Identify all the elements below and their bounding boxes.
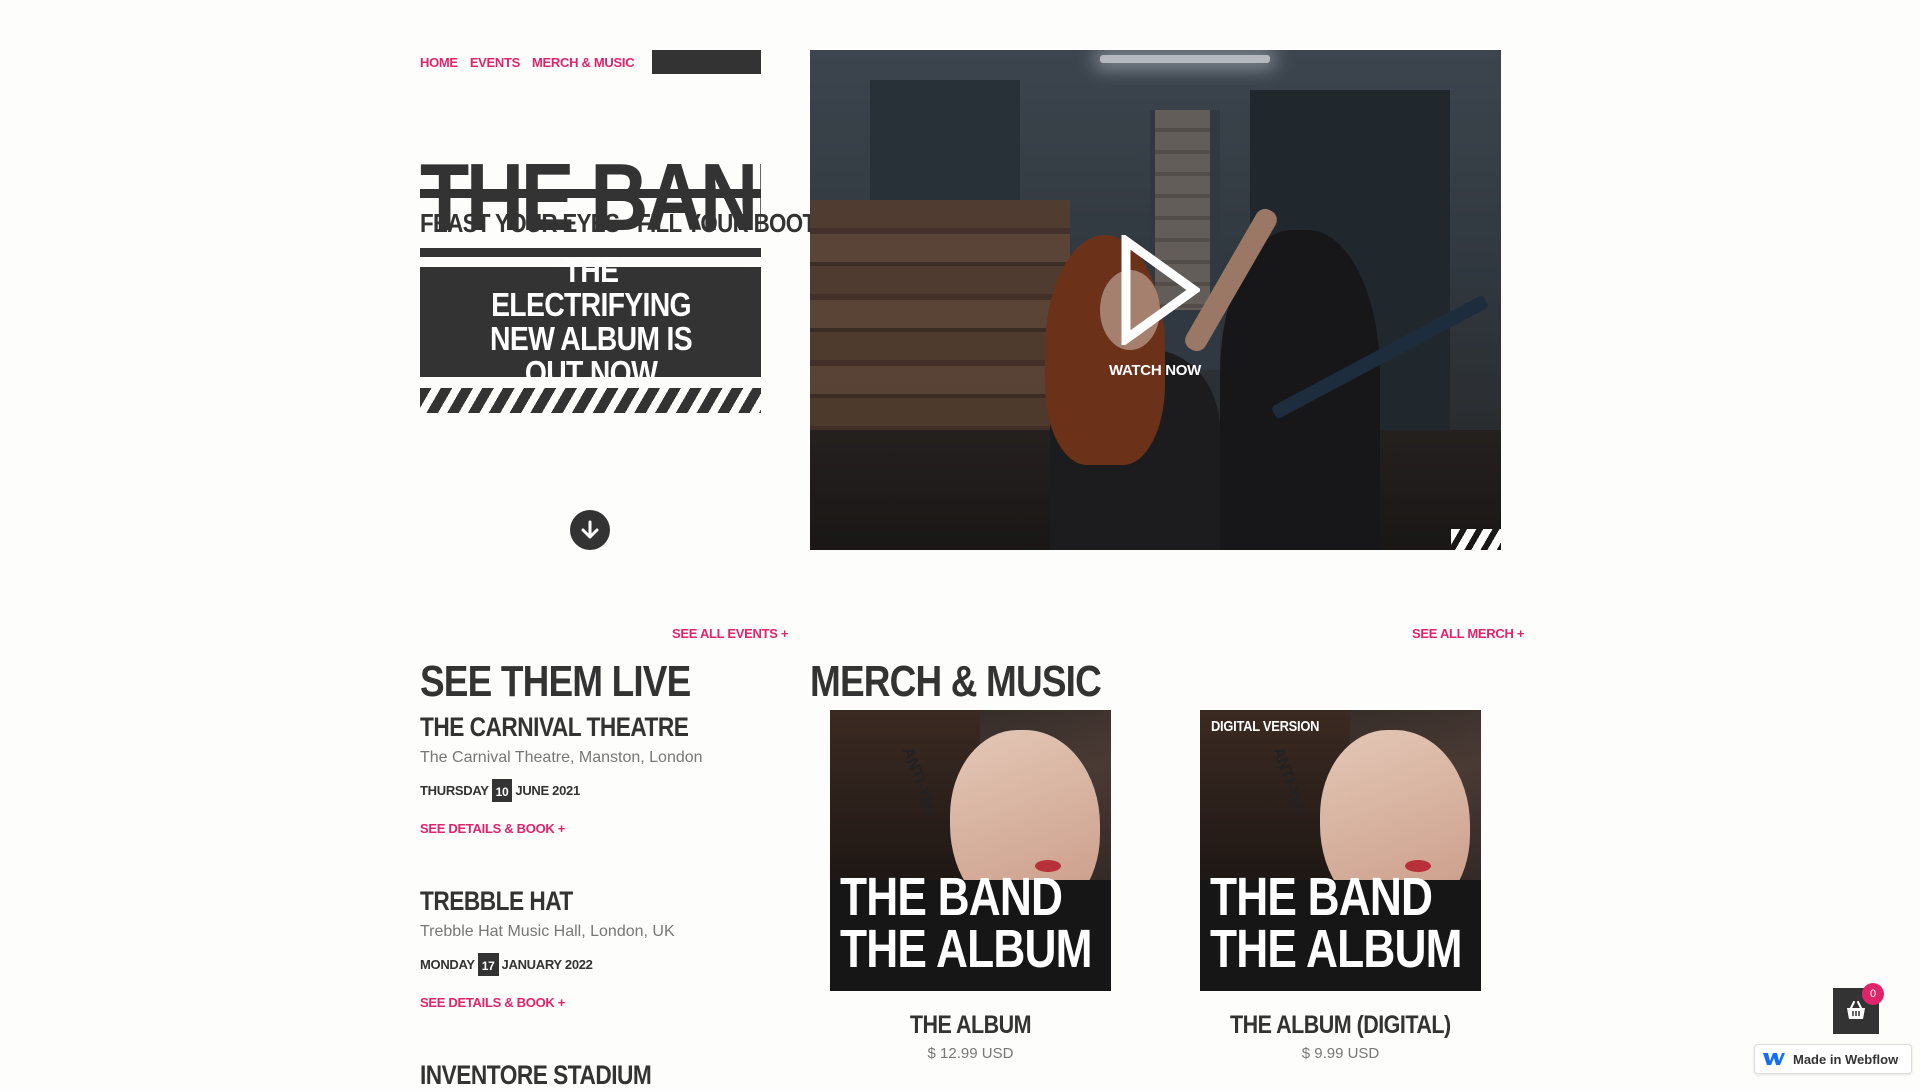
product-image[interactable]: ANTI-You THE BAND THE ALBUM — [830, 710, 1111, 991]
nav-home-link[interactable]: HOME — [420, 55, 458, 70]
event-day: 17 — [477, 952, 499, 976]
video-lightbox[interactable]: WATCH NOW — [810, 50, 1501, 550]
see-all-events-link[interactable]: SEE ALL EVENTS + — [672, 626, 789, 641]
event-venue[interactable]: THE CARNIVAL THEATRE — [420, 711, 756, 743]
event-weekday: MONDAY — [420, 956, 475, 972]
event-date: MONDAY 17 JANUARY 2022 — [420, 952, 761, 976]
event-item: THE CARNIVAL THEATRE The Carnival Theatr… — [420, 711, 761, 836]
cover-title-line1: THE BAND — [1210, 867, 1433, 927]
striped-decor — [1451, 529, 1501, 550]
made-in-webflow-badge[interactable]: Made in Webflow — [1754, 1044, 1912, 1074]
merch-heading: MERCH & MUSIC — [810, 656, 1102, 706]
watch-now-label[interactable]: WATCH NOW — [1080, 362, 1230, 379]
event-weekday: THURSDAY — [420, 782, 489, 798]
product-card[interactable]: ANTI-You THE BAND THE ALBUM DIGITAL VERS… — [1200, 710, 1481, 1062]
product-name[interactable]: THE ALBUM — [830, 1011, 1111, 1039]
event-date: THURSDAY 10 JUNE 2021 — [420, 778, 761, 802]
event-day: 10 — [491, 778, 513, 802]
album-announcement: THE ELECTRIFYING NEW ALBUM IS OUT NOW — [420, 254, 761, 390]
product-name-text[interactable]: THE ALBUM — [910, 1011, 1032, 1039]
album-announcement-text: THE ELECTRIFYING NEW ALBUM IS OUT NOW — [489, 252, 693, 391]
product-name[interactable]: THE ALBUM (DIGITAL) — [1200, 1011, 1481, 1039]
event-item: INVENTORE STADIUM — [420, 1059, 761, 1091]
event-item: TREBBLE HAT Trebble Hat Music Hall, Lond… — [420, 885, 761, 1010]
arrow-down-circle-icon — [581, 520, 599, 539]
cart-count-badge: 0 — [1862, 983, 1884, 1005]
tagline: FEAST YOUR EYES · FILL YOUR BOOTS — [420, 208, 830, 238]
nav-events-link[interactable]: EVENTS — [470, 55, 521, 70]
basket-icon — [1847, 1001, 1865, 1019]
event-venue[interactable]: INVENTORE STADIUM — [420, 1059, 756, 1091]
event-book-link[interactable]: SEE DETAILS & BOOK + — [420, 995, 761, 1010]
scroll-down-button[interactable] — [570, 510, 610, 550]
events-heading: SEE THEM LIVE — [420, 656, 691, 706]
event-address: Trebble Hat Music Hall, London, UK — [420, 923, 675, 940]
cover-title-line2: THE ALBUM — [840, 919, 1093, 979]
cover-title-line2: THE ALBUM — [1210, 919, 1463, 979]
nav-decor-bar — [652, 50, 761, 74]
event-book-link[interactable]: SEE DETAILS & BOOK + — [420, 821, 761, 836]
product-card[interactable]: ANTI-You THE BAND THE ALBUM THE ALBUM $ … — [830, 710, 1111, 1062]
play-icon[interactable] — [1120, 235, 1200, 345]
webflow-badge-label: Made in Webflow — [1793, 1051, 1899, 1067]
cover-title-line1: THE BAND — [840, 867, 1063, 927]
product-name-text[interactable]: THE ALBUM (DIGITAL) — [1230, 1011, 1451, 1039]
event-venue[interactable]: TREBBLE HAT — [420, 885, 756, 917]
see-all-merch-link[interactable]: SEE ALL MERCH + — [1412, 626, 1524, 641]
main-nav: HOME EVENTS MERCH & MUSIC — [420, 50, 761, 74]
event-month-year: JUNE 2021 — [515, 782, 580, 798]
product-price: $ 9.99 USD — [1301, 1045, 1380, 1062]
product-image[interactable]: ANTI-You THE BAND THE ALBUM DIGITAL VERS… — [1200, 710, 1481, 991]
product-price: $ 12.99 USD — [927, 1045, 1014, 1062]
event-address: The Carnival Theatre, Manston, London — [420, 749, 703, 766]
webflow-logo-icon — [1763, 1053, 1785, 1065]
digital-version-badge: DIGITAL VERSION — [1211, 718, 1320, 735]
striped-decor — [420, 388, 761, 413]
event-month-year: JANUARY 2022 — [501, 956, 593, 972]
nav-merch-link[interactable]: MERCH & MUSIC — [532, 55, 635, 70]
divider-rule — [420, 189, 761, 198]
